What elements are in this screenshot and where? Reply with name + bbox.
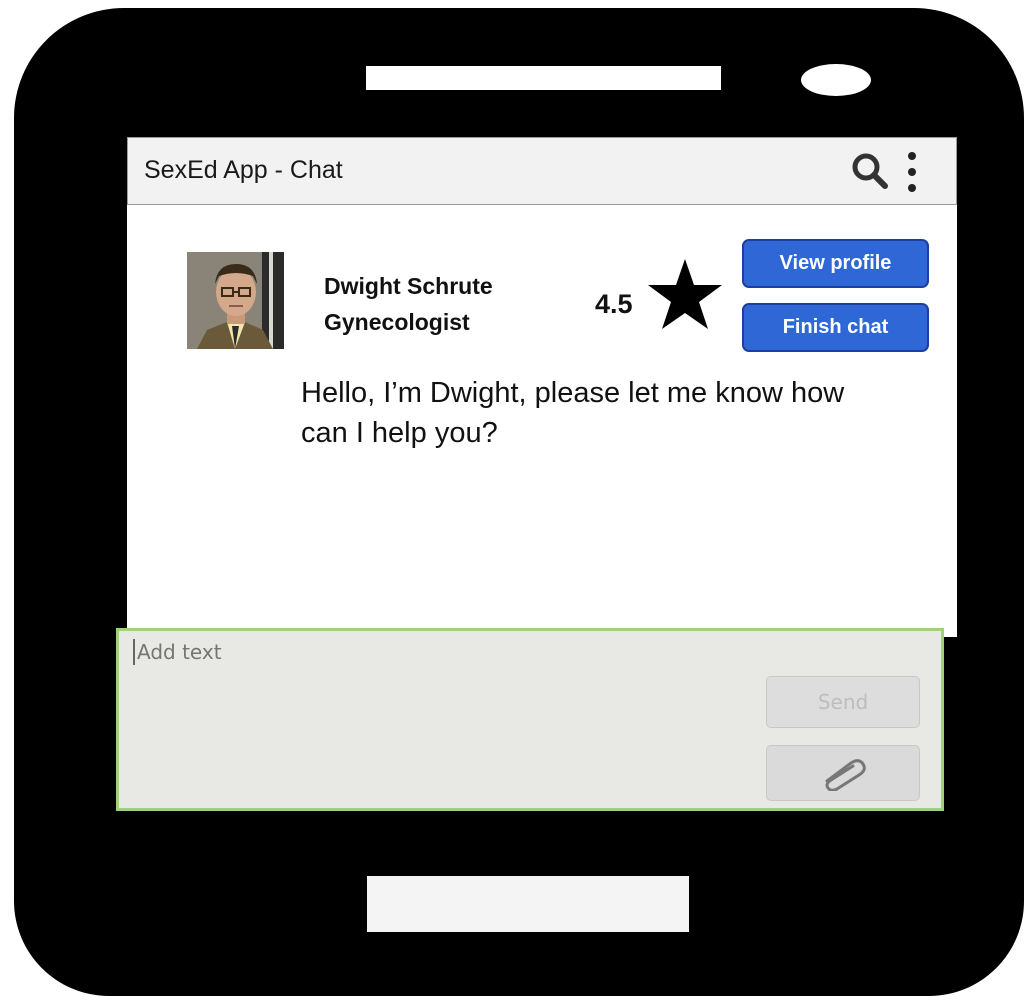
more-vertical-icon[interactable] <box>906 150 918 194</box>
doctor-name: Dwight Schrute <box>324 273 493 299</box>
phone-speaker <box>366 66 721 90</box>
phone-frame: SexEd App - Chat Dwight Schrute Gynecolo… <box>14 8 1024 996</box>
star-icon <box>648 259 722 329</box>
chat-message: Hello, I’m Dwight, please let me know ho… <box>301 377 845 449</box>
phone-home-button[interactable] <box>367 876 689 932</box>
send-button[interactable]: Send <box>766 676 920 728</box>
message-composer: Send <box>116 628 944 811</box>
view-profile-button[interactable]: View profile <box>742 239 929 288</box>
phone-screen: SexEd App - Chat Dwight Schrute Gynecolo… <box>127 137 957 637</box>
avatar <box>187 252 284 349</box>
app-bar: SexEd App - Chat <box>127 137 957 205</box>
search-icon[interactable] <box>851 152 889 190</box>
rating-value: 4.5 <box>595 289 633 319</box>
message-input[interactable] <box>133 639 739 665</box>
finish-chat-button[interactable]: Finish chat <box>742 303 929 352</box>
app-title: SexEd App - Chat <box>144 156 343 184</box>
phone-camera <box>801 64 871 96</box>
paperclip-icon <box>825 759 866 791</box>
stage: SexEd App - Chat Dwight Schrute Gynecolo… <box>0 0 1033 1005</box>
attach-button[interactable] <box>766 745 920 801</box>
doctor-specialty: Gynecologist <box>324 309 470 335</box>
